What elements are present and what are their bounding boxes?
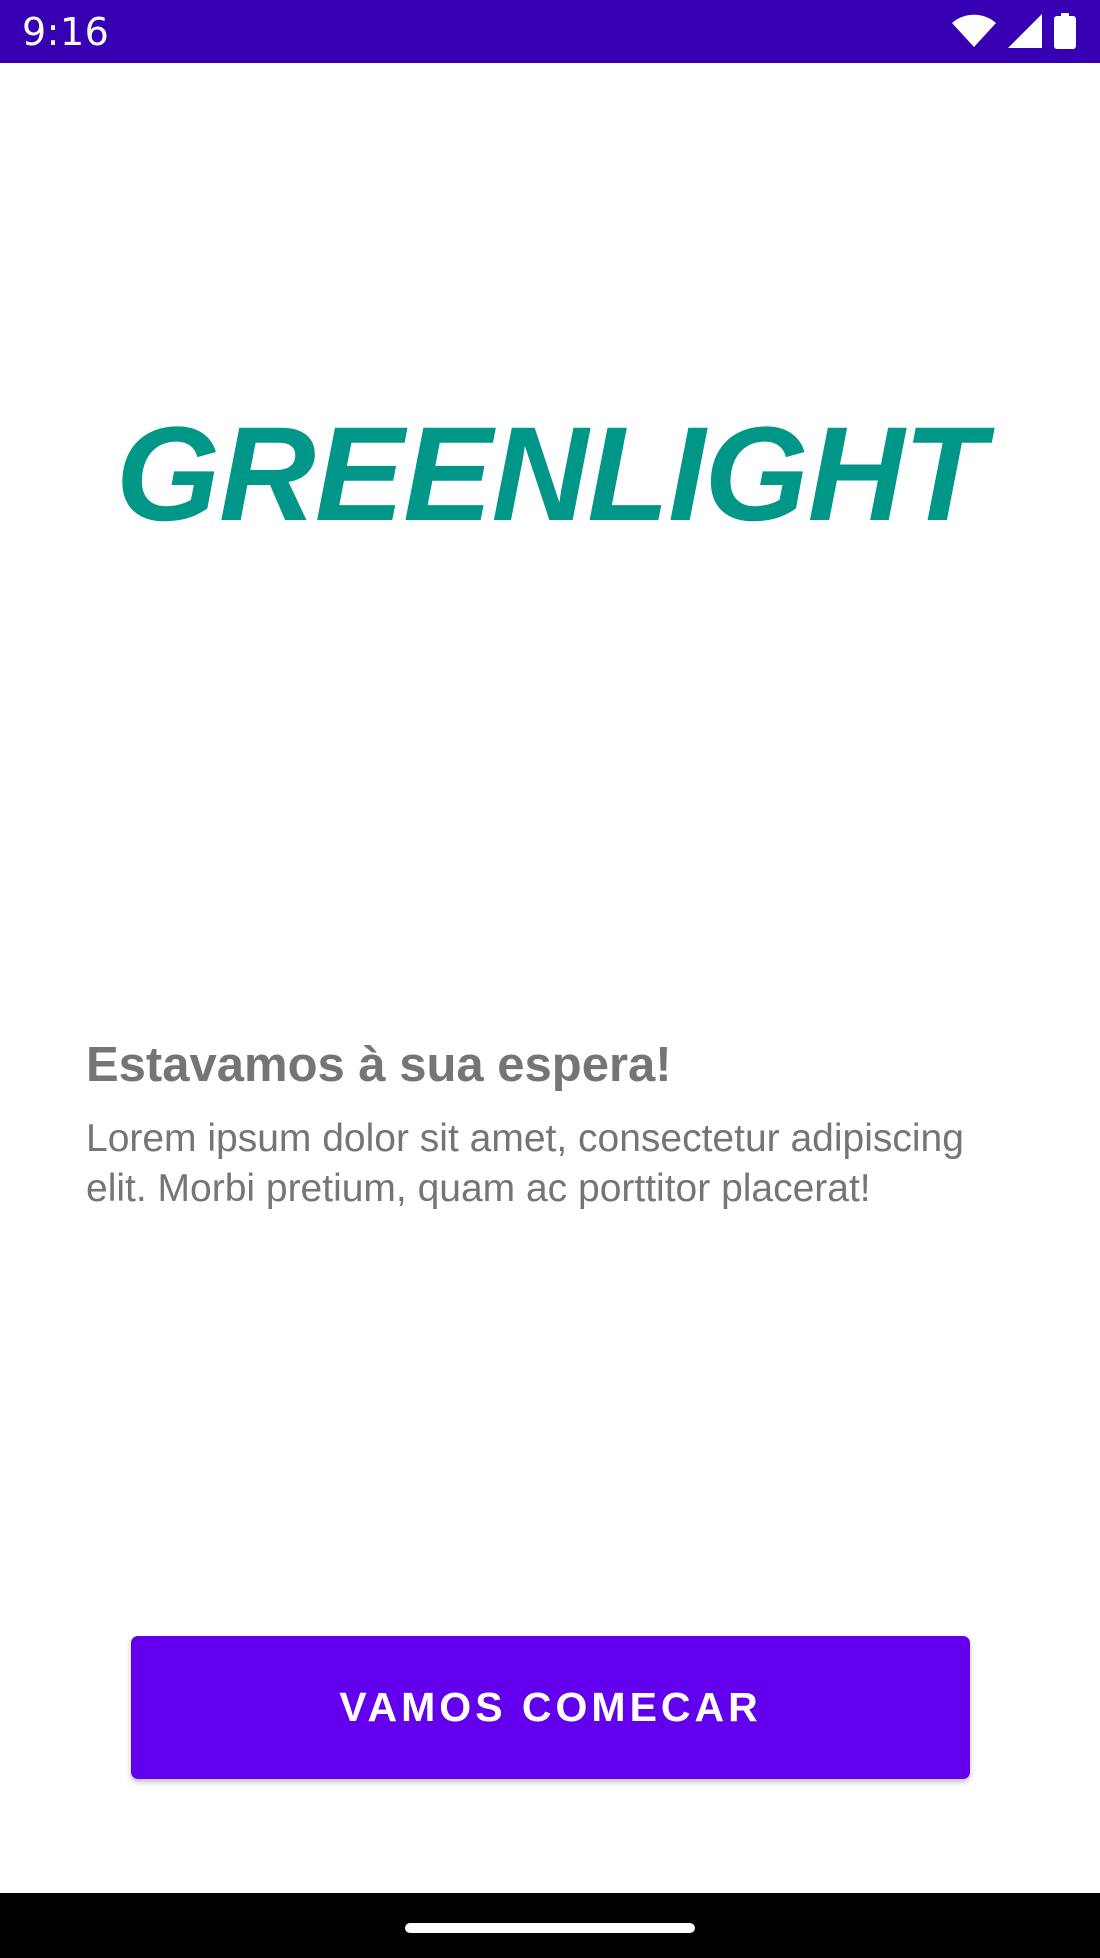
navigation-bar — [0, 1893, 1100, 1958]
welcome-title: Estavamos à sua espera! — [86, 1038, 672, 1092]
wifi-icon — [952, 14, 996, 48]
cell-signal-icon — [1008, 14, 1042, 48]
status-bar: 9:16 — [0, 0, 1100, 63]
battery-icon — [1054, 13, 1076, 49]
welcome-section: Estavamos à sua espera! Lorem ipsum dolo… — [86, 1030, 1026, 1214]
start-button[interactable]: VAMOS COMECAR — [131, 1636, 970, 1779]
app-logo: GREENLIGHT — [115, 400, 985, 549]
status-icons — [952, 13, 1076, 49]
status-time: 9:16 — [22, 10, 110, 54]
welcome-description: Lorem ipsum dolor sit amet, consectetur … — [86, 1117, 964, 1210]
home-handle-icon[interactable] — [405, 1923, 695, 1933]
